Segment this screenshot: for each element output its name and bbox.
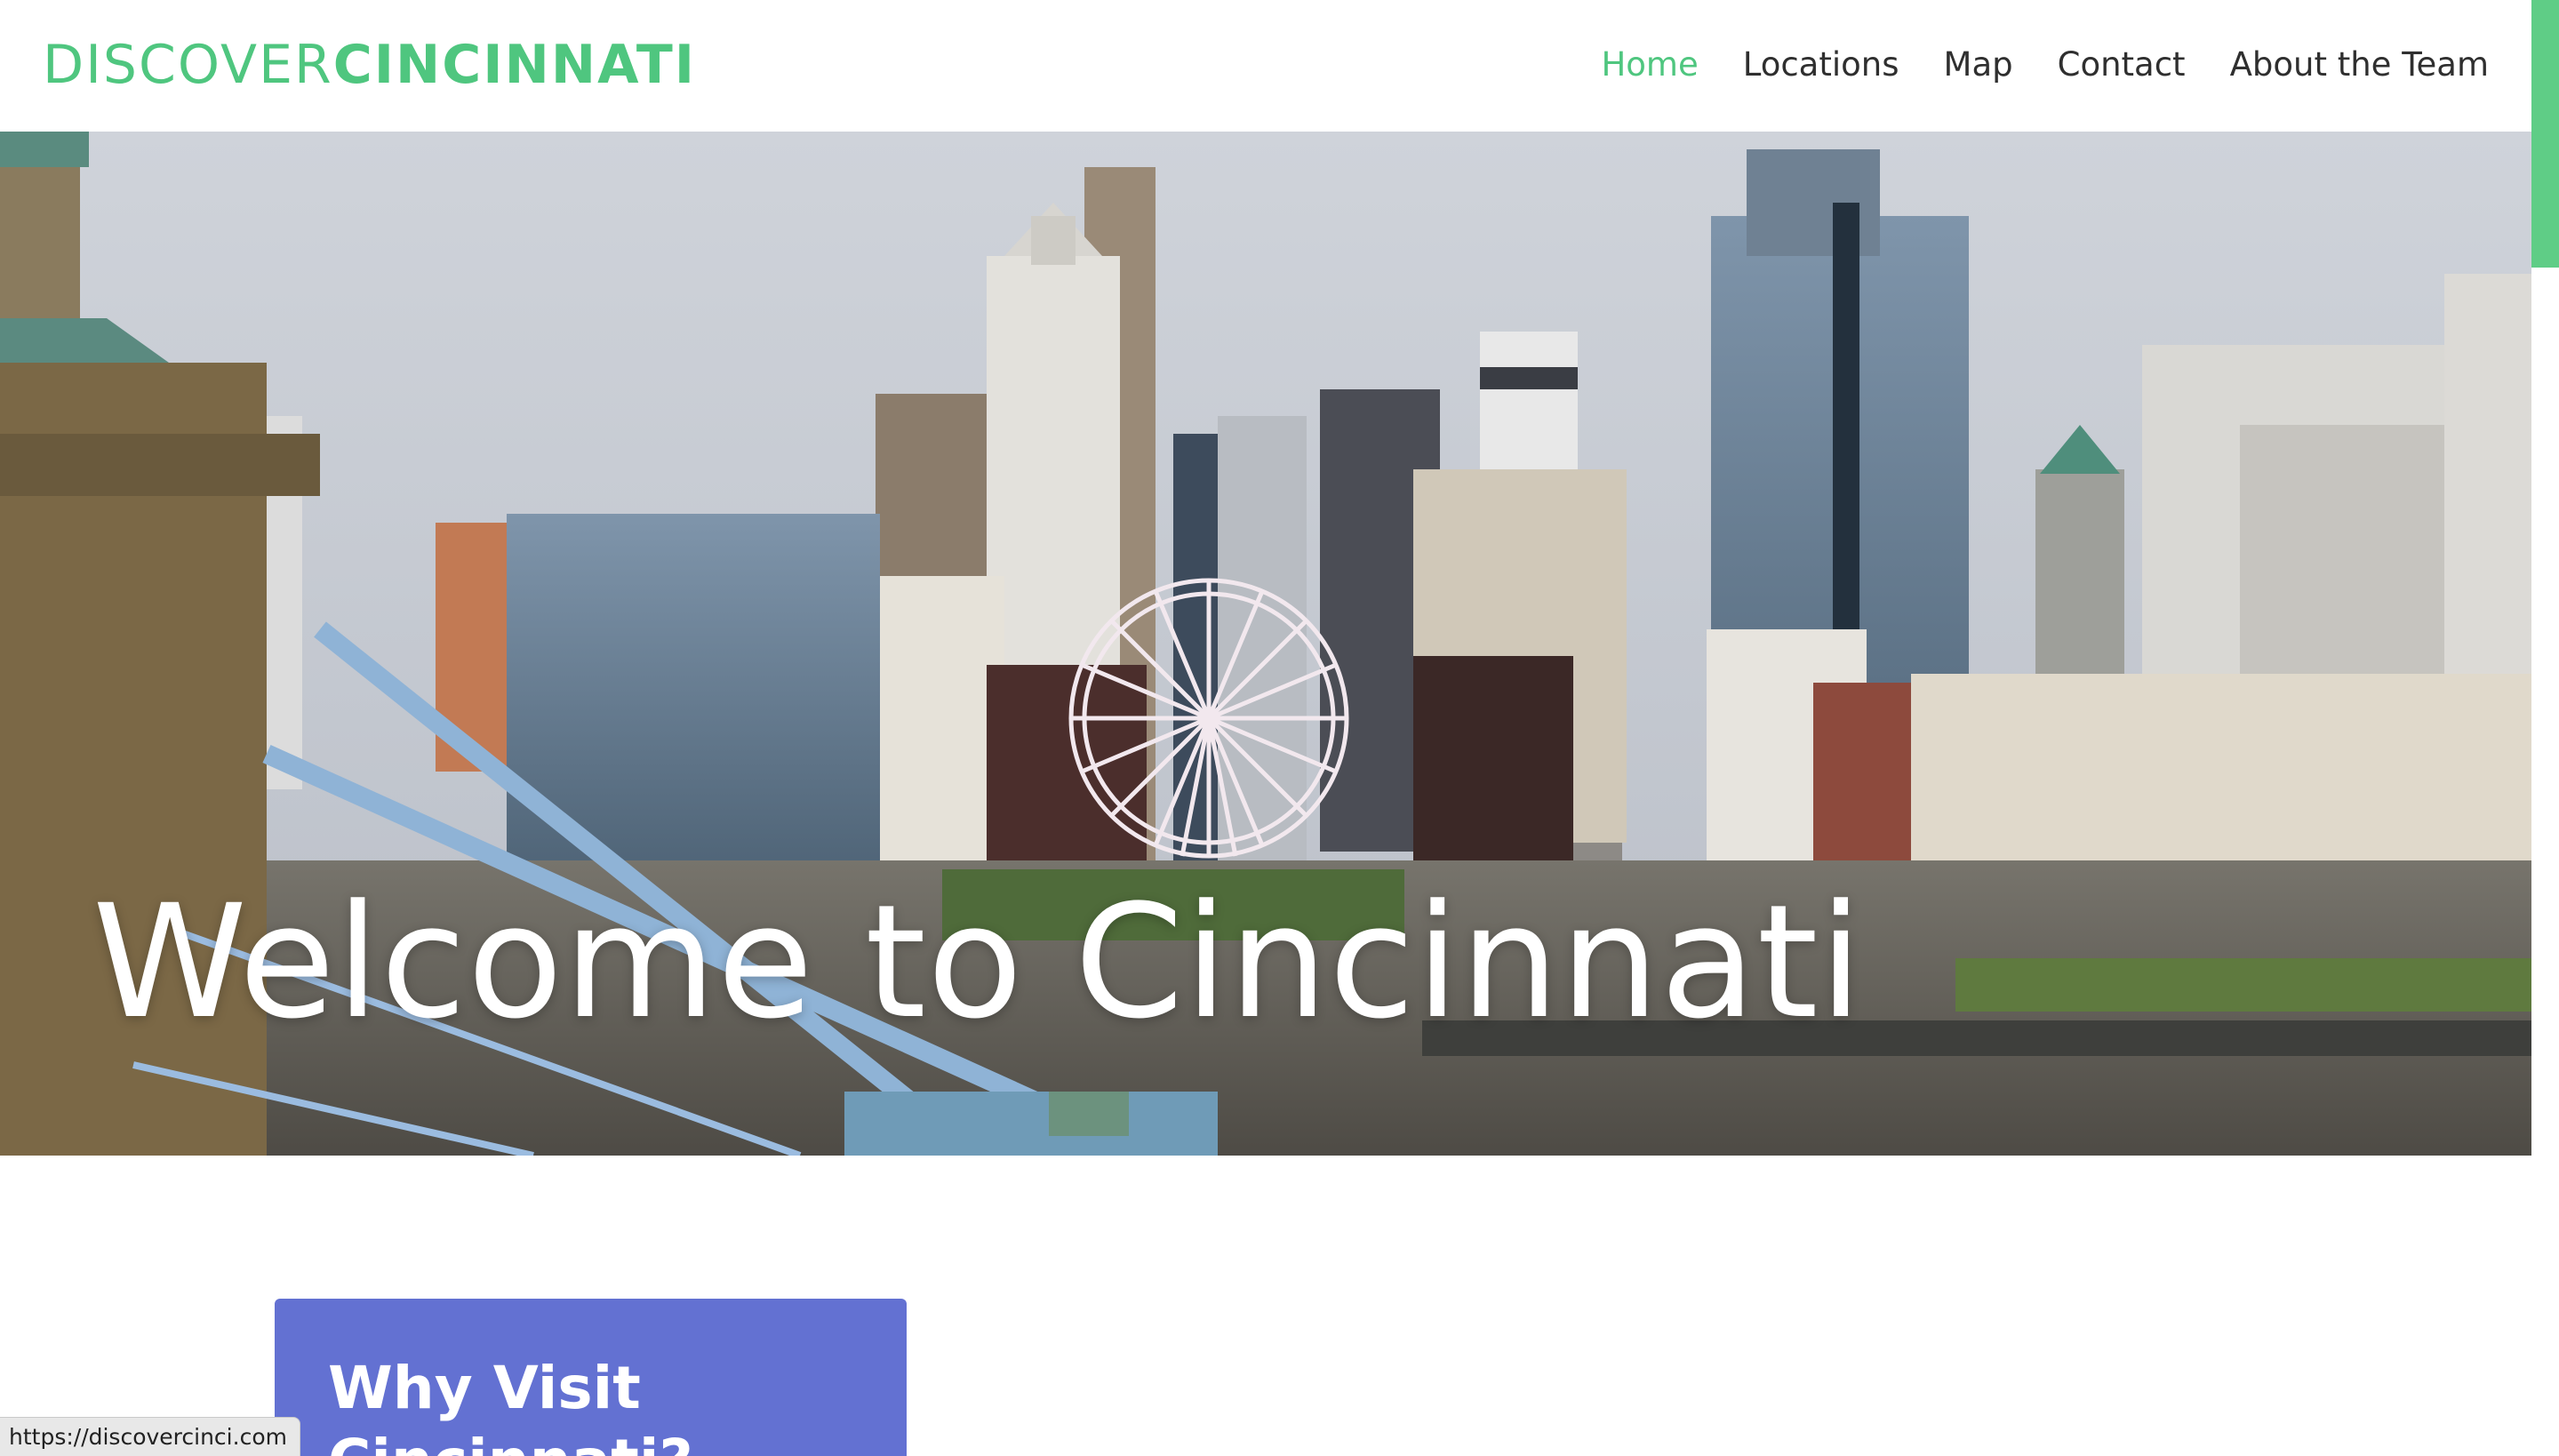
- nav-item-locations[interactable]: Locations: [1743, 39, 1899, 91]
- why-visit-card: Why Visit Cincinnati?: [275, 1299, 907, 1456]
- logo-text-bold: CINCINNATI: [332, 34, 697, 96]
- nav-item-home[interactable]: Home: [1601, 39, 1698, 91]
- scrollbar-thumb[interactable]: [2531, 0, 2559, 268]
- site-header: DISCOVERCINCINNATI Home Locations Map Co…: [0, 0, 2531, 132]
- nav-item-map[interactable]: Map: [1944, 39, 2013, 91]
- nav-item-about-the-team[interactable]: About the Team: [2230, 39, 2489, 91]
- site-logo[interactable]: DISCOVERCINCINNATI: [43, 32, 696, 98]
- status-bar-url: https://discovercinci.com: [0, 1417, 300, 1456]
- page-scrollbar[interactable]: [2531, 0, 2559, 1456]
- hero-title: Welcome to Cincinnati: [92, 871, 1864, 1053]
- card-title: Why Visit Cincinnati?: [328, 1354, 693, 1456]
- logo-text-light: DISCOVER: [43, 34, 333, 96]
- main-nav: Home Locations Map Contact About the Tea…: [1556, 39, 2489, 91]
- hero-banner: Welcome to Cincinnati: [0, 132, 2531, 1156]
- nav-item-contact[interactable]: Contact: [2058, 39, 2186, 91]
